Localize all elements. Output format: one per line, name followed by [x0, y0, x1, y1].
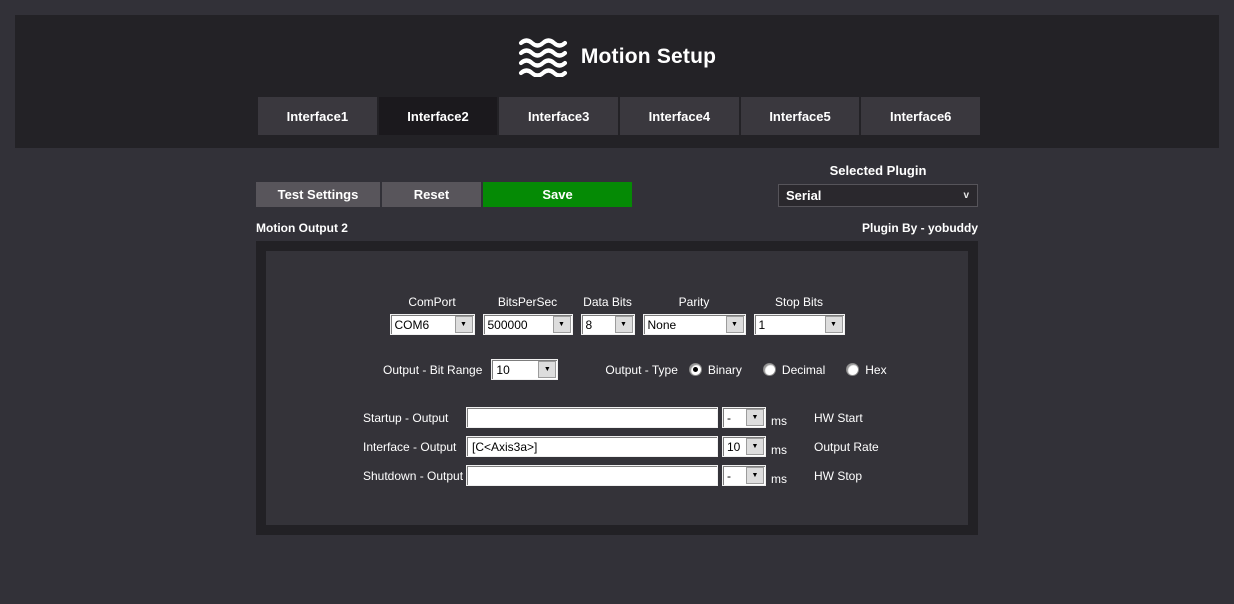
- radio-hex-label: Hex: [865, 363, 886, 377]
- serial-settings-row: ComPort COM6 ▼ BitsPerSec 500000 ▼ Data …: [266, 251, 968, 335]
- parity-select[interactable]: None ▼: [643, 314, 746, 335]
- plugin-select-value: Serial: [786, 188, 821, 203]
- output-type-radio-group: Binary Decimal Hex: [689, 363, 887, 377]
- dropdown-arrow-icon[interactable]: ▼: [538, 361, 556, 378]
- bitspersec-field: BitsPerSec 500000 ▼: [483, 295, 573, 335]
- bitspersec-value: 500000: [488, 318, 528, 332]
- reset-button[interactable]: Reset: [382, 182, 481, 207]
- shutdown-output-input[interactable]: [466, 465, 718, 486]
- dropdown-arrow-icon[interactable]: ▼: [726, 316, 744, 333]
- output-rate-select[interactable]: 10 ▼: [722, 436, 766, 457]
- comport-select[interactable]: COM6 ▼: [390, 314, 475, 335]
- parity-label: Parity: [643, 295, 746, 309]
- tab-interface1[interactable]: Interface1: [258, 97, 377, 135]
- bit-range-select[interactable]: 10 ▼: [491, 359, 558, 380]
- selected-plugin-label: Selected Plugin: [778, 163, 978, 178]
- databits-value: 8: [586, 318, 593, 332]
- header-band: Motion Setup Interface1 Interface2 Inter…: [15, 15, 1219, 148]
- interface-unit-label: ms: [771, 443, 787, 457]
- interface-output-input[interactable]: [466, 436, 718, 457]
- startup-rate-value: -: [727, 411, 731, 425]
- databits-label: Data Bits: [581, 295, 635, 309]
- page-title: Motion Setup: [581, 45, 716, 69]
- dropdown-arrow-icon[interactable]: ▼: [615, 316, 633, 333]
- stopbits-field: Stop Bits 1 ▼: [754, 295, 845, 335]
- output-type-label: Output - Type: [605, 363, 678, 377]
- radio-decimal-label: Decimal: [782, 363, 825, 377]
- databits-select[interactable]: 8 ▼: [581, 314, 635, 335]
- shutdown-rate-value: -: [727, 469, 731, 483]
- dropdown-arrow-icon[interactable]: ▼: [746, 467, 764, 484]
- tab-interface2[interactable]: Interface2: [379, 97, 498, 135]
- radio-binary[interactable]: Binary: [689, 363, 742, 377]
- bit-range-value: 10: [496, 363, 509, 377]
- dropdown-arrow-icon[interactable]: ▼: [825, 316, 843, 333]
- comport-label: ComPort: [390, 295, 475, 309]
- tab-interface6[interactable]: Interface6: [861, 97, 980, 135]
- waves-icon: [518, 37, 568, 77]
- chevron-down-icon: v: [963, 190, 969, 201]
- plugin-by-label: Plugin By - yobuddy: [862, 221, 978, 235]
- startup-output-row: Startup - Output - ▼ ms HW Start: [266, 407, 968, 428]
- dropdown-arrow-icon[interactable]: ▼: [746, 438, 764, 455]
- radio-binary-icon[interactable]: [689, 363, 702, 376]
- stopbits-label: Stop Bits: [754, 295, 845, 309]
- stopbits-value: 1: [759, 318, 766, 332]
- dropdown-arrow-icon[interactable]: ▼: [553, 316, 571, 333]
- test-settings-button[interactable]: Test Settings: [256, 182, 380, 207]
- hw-stop-label: HW Stop: [814, 469, 862, 483]
- bitspersec-select[interactable]: 500000 ▼: [483, 314, 573, 335]
- plugin-select[interactable]: Serial v: [778, 184, 978, 207]
- save-button[interactable]: Save: [483, 182, 632, 207]
- stopbits-select[interactable]: 1 ▼: [754, 314, 845, 335]
- selected-plugin-block: Selected Plugin Serial v: [778, 163, 978, 207]
- dropdown-arrow-icon[interactable]: ▼: [746, 409, 764, 426]
- parity-field: Parity None ▼: [643, 295, 746, 335]
- meta-row: Motion Output 2 Plugin By - yobuddy: [256, 221, 978, 235]
- output-config-row: Output - Bit Range 10 ▼ Output - Type Bi…: [266, 359, 968, 380]
- interface-tab-bar: Interface1 Interface2 Interface3 Interfa…: [258, 97, 980, 135]
- radio-hex[interactable]: Hex: [846, 363, 886, 377]
- shutdown-rate-select[interactable]: - ▼: [722, 465, 766, 486]
- startup-rate-select[interactable]: - ▼: [722, 407, 766, 428]
- settings-panel: ComPort COM6 ▼ BitsPerSec 500000 ▼ Data …: [266, 251, 968, 525]
- tab-interface5[interactable]: Interface5: [741, 97, 860, 135]
- bit-range-label: Output - Bit Range: [383, 363, 482, 377]
- radio-decimal-icon[interactable]: [763, 363, 776, 376]
- radio-binary-label: Binary: [708, 363, 742, 377]
- startup-output-label: Startup - Output: [363, 411, 466, 425]
- startup-unit-label: ms: [771, 414, 787, 428]
- title-row: Motion Setup: [15, 15, 1219, 77]
- motion-output-title: Motion Output 2: [256, 221, 348, 235]
- settings-panel-frame: ComPort COM6 ▼ BitsPerSec 500000 ▼ Data …: [256, 241, 978, 535]
- interface-output-row: Interface - Output 10 ▼ ms Output Rate: [266, 436, 968, 457]
- output-rate-label: Output Rate: [814, 440, 879, 454]
- content-column: Test Settings Reset Save Selected Plugin…: [256, 163, 978, 535]
- comport-value: COM6: [395, 318, 430, 332]
- radio-hex-icon[interactable]: [846, 363, 859, 376]
- output-rows: Startup - Output - ▼ ms HW Start Interfa…: [266, 407, 968, 486]
- shutdown-unit-label: ms: [771, 472, 787, 486]
- bitspersec-label: BitsPerSec: [483, 295, 573, 309]
- dropdown-arrow-icon[interactable]: ▼: [455, 316, 473, 333]
- toolbar-row: Test Settings Reset Save Selected Plugin…: [256, 163, 978, 207]
- tab-interface4[interactable]: Interface4: [620, 97, 739, 135]
- hw-start-label: HW Start: [814, 411, 863, 425]
- interface-output-label: Interface - Output: [363, 440, 466, 454]
- databits-field: Data Bits 8 ▼: [581, 295, 635, 335]
- output-rate-value: 10: [727, 440, 740, 454]
- action-buttons: Test Settings Reset Save: [256, 182, 632, 207]
- shutdown-output-row: Shutdown - Output - ▼ ms HW Stop: [266, 465, 968, 486]
- tab-interface3[interactable]: Interface3: [499, 97, 618, 135]
- startup-output-input[interactable]: [466, 407, 718, 428]
- comport-field: ComPort COM6 ▼: [390, 295, 475, 335]
- shutdown-output-label: Shutdown - Output: [363, 469, 466, 483]
- parity-value: None: [648, 318, 677, 332]
- radio-decimal[interactable]: Decimal: [763, 363, 825, 377]
